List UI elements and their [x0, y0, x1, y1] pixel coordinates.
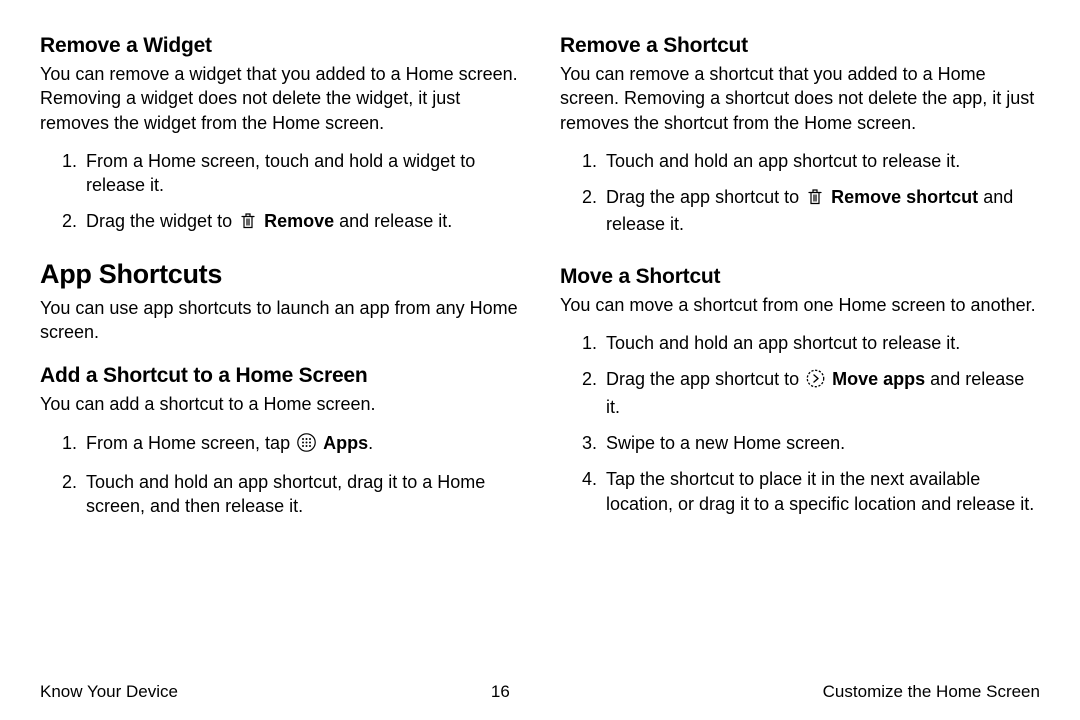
list-item: Drag the app shortcut to Move apps and r…	[602, 367, 1040, 419]
list-item: Tap the shortcut to place it in the next…	[602, 467, 1040, 516]
footer-right: Customize the Home Screen	[823, 682, 1040, 702]
add-shortcut-heading: Add a Shortcut to a Home Screen	[40, 364, 520, 388]
step-text: From a Home screen, tap	[86, 433, 295, 453]
list-item: Touch and hold an app shortcut, drag it …	[82, 470, 520, 519]
step-text: Drag the app shortcut to	[606, 187, 804, 207]
remove-shortcut-steps: Touch and hold an app shortcut to releas…	[560, 149, 1040, 237]
move-shortcut-steps: Touch and hold an app shortcut to releas…	[560, 331, 1040, 516]
step-bold: Move apps	[832, 369, 925, 389]
step-bold: Remove	[264, 211, 334, 231]
footer-left: Know Your Device	[40, 682, 178, 702]
remove-widget-desc: You can remove a widget that you added t…	[40, 62, 520, 135]
list-item: Drag the app shortcut to Remove shortcut…	[602, 185, 1040, 237]
remove-widget-steps: From a Home screen, touch and hold a wid…	[40, 149, 520, 237]
trash-icon	[806, 187, 824, 212]
trash-icon	[239, 211, 257, 236]
page-footer: Know Your Device 16 Customize the Home S…	[40, 682, 1040, 702]
move-shortcut-heading: Move a Shortcut	[560, 265, 1040, 289]
remove-widget-heading: Remove a Widget	[40, 34, 520, 58]
list-item: Touch and hold an app shortcut to releas…	[602, 149, 1040, 173]
list-item: From a Home screen, touch and hold a wid…	[82, 149, 520, 198]
list-item: Touch and hold an app shortcut to releas…	[602, 331, 1040, 355]
page-number: 16	[491, 682, 510, 702]
step-text: Drag the app shortcut to	[606, 369, 804, 389]
remove-shortcut-heading: Remove a Shortcut	[560, 34, 1040, 58]
list-item: Drag the widget to Remove and release it…	[82, 209, 520, 236]
move-shortcut-desc: You can move a shortcut from one Home sc…	[560, 293, 1040, 317]
step-text: .	[368, 433, 373, 453]
remove-shortcut-desc: You can remove a shortcut that you added…	[560, 62, 1040, 135]
list-item: Swipe to a new Home screen.	[602, 431, 1040, 455]
app-shortcuts-heading: App Shortcuts	[40, 259, 520, 290]
app-shortcuts-desc: You can use app shortcuts to launch an a…	[40, 296, 520, 345]
step-text: and release it.	[334, 211, 452, 231]
list-item: From a Home screen, tap Apps.	[82, 431, 520, 458]
add-shortcut-desc: You can add a shortcut to a Home screen.	[40, 392, 520, 416]
step-bold: Remove shortcut	[831, 187, 978, 207]
move-apps-icon	[806, 369, 825, 394]
right-column: Remove a Shortcut You can remove a short…	[560, 34, 1040, 531]
add-shortcut-steps: From a Home screen, tap Apps. Touch and …	[40, 431, 520, 519]
left-column: Remove a Widget You can remove a widget …	[40, 34, 520, 531]
step-bold: Apps	[323, 433, 368, 453]
step-text: Drag the widget to	[86, 211, 237, 231]
apps-grid-icon	[297, 433, 316, 458]
